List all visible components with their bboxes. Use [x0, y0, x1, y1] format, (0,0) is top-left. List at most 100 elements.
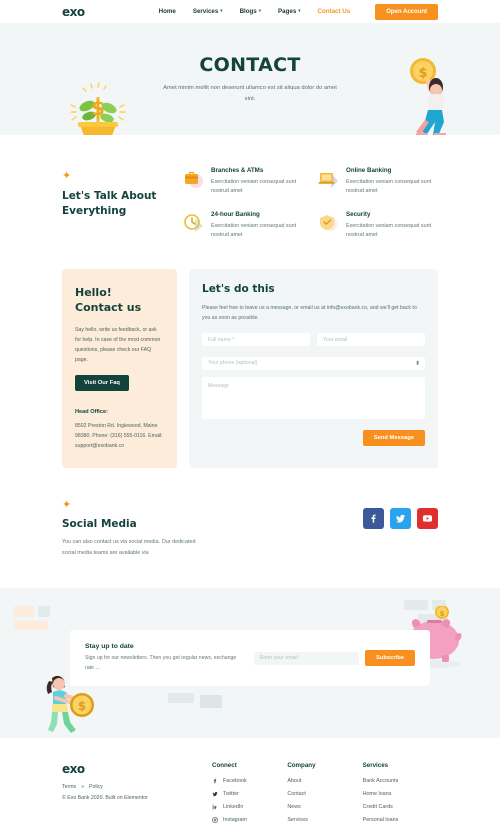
person-climbing-steps-with-coin-illustration: $	[410, 58, 446, 135]
feature-title: 24-hour Banking	[211, 210, 260, 218]
policy-link[interactable]: Policy	[89, 784, 103, 790]
decor-block	[14, 621, 48, 631]
footer-brand-block: exo Terms » Policy © Exo Bank 2020. Buil…	[62, 762, 212, 830]
footer-section: exo Terms » Policy © Exo Bank 2020. Buil…	[0, 738, 500, 830]
form-title: Let's do this	[202, 282, 275, 295]
decor-block	[14, 606, 34, 618]
newsletter-body: Sign up for our newsletters. Then you ge…	[85, 655, 237, 671]
footer-link-about[interactable]: About	[287, 778, 362, 784]
head-office-label: Head Office:	[75, 409, 108, 416]
footer-link-news[interactable]: News	[287, 804, 362, 810]
twitter-icon	[212, 791, 218, 797]
subscribe-button[interactable]: Subscribe	[364, 650, 415, 667]
footer-link-personal-loans[interactable]: Personal loans	[363, 817, 438, 823]
footer-link-label: Facebook	[223, 778, 247, 785]
footer-link-label: Instagram	[223, 817, 247, 824]
terms-link[interactable]: Terms	[62, 784, 76, 790]
footer-column-services: Services Bank Accounts Home loans Credit…	[363, 762, 438, 830]
hero-subtitle: Amet minim mollit non deserunt ullamco e…	[163, 84, 337, 102]
newsletter-card: Stay up to date Sign up for our newslett…	[70, 630, 430, 687]
message-textarea[interactable]	[202, 376, 425, 419]
social-title: Social Media	[62, 518, 137, 531]
open-account-button[interactable]: Open Account	[375, 3, 438, 20]
footer-link-instagram[interactable]: Instagram	[212, 817, 287, 823]
features-heading: Let's Talk About Everything	[62, 190, 157, 218]
social-text-block: ✦ Social Media You can also contact us v…	[62, 500, 363, 558]
facebook-button[interactable]	[363, 508, 384, 530]
feature-text: 24-hour Banking Exercitation veniam cons…	[211, 211, 303, 241]
shield-icon	[320, 214, 337, 231]
page-title: CONTACT	[199, 53, 301, 76]
brand-logo[interactable]: exo	[62, 5, 85, 19]
nav-item-label: Blogs	[239, 8, 257, 15]
form-row-phone: ▮	[202, 356, 425, 370]
chevron-down-icon: ▾	[258, 8, 262, 14]
features-grid: Branches & ATMs Exercitation veniam cons…	[182, 165, 438, 241]
feature-text: Security Exercitation veniam consequat s…	[346, 211, 438, 241]
chevron-down-icon: ▾	[220, 8, 223, 14]
svg-text:$: $	[418, 66, 427, 81]
hello-title-line1: Hello!	[75, 285, 112, 299]
social-icon-list	[363, 508, 438, 530]
footer-link-linkedin[interactable]: LinkedIn	[212, 804, 287, 810]
footer-link-twitter[interactable]: Twitter	[212, 791, 287, 797]
linkedin-icon	[212, 804, 217, 810]
youtube-button[interactable]	[417, 508, 438, 530]
feature-item-branches-atms: Branches & ATMs Exercitation veniam cons…	[182, 167, 303, 197]
newsletter-email-input[interactable]	[253, 651, 359, 665]
form-row-name-email	[202, 333, 425, 347]
hello-body: Say hello, write us feedback, or ask for…	[75, 326, 161, 363]
footer-link-contact[interactable]: Contact	[287, 791, 362, 797]
send-message-button[interactable]: Send Message	[362, 429, 425, 446]
visit-faq-button[interactable]: Visit Our Faq	[75, 375, 129, 392]
head-office-block: Head Office: 8502 Preston Rd. Inglewood,…	[75, 409, 164, 451]
svg-text:$: $	[91, 96, 105, 120]
footer-column-title: Services	[362, 762, 389, 770]
footer-link-label: News	[287, 804, 301, 811]
facebook-icon	[371, 515, 376, 524]
footer-column-company: Company About Contact News Services	[287, 762, 362, 830]
feature-text: Online Banking Exercitation veniam conse…	[346, 167, 438, 197]
footer-link-credit-cards[interactable]: Credit Cards	[363, 804, 438, 810]
footer-link-label: Bank Accounts	[362, 778, 399, 785]
money-plant-illustration: $	[70, 82, 126, 135]
feature-item-online-banking: Online Banking Exercitation veniam conse…	[317, 167, 438, 197]
decor-block	[168, 693, 194, 704]
footer-link-bank-accounts[interactable]: Bank Accounts	[363, 778, 438, 784]
nav-item-label: Services	[192, 8, 219, 15]
svg-text:$: $	[440, 610, 445, 618]
footer-logo[interactable]: exo	[62, 762, 212, 776]
nav-item-home[interactable]: Home	[159, 8, 176, 15]
feature-desc: Exercitation veniam consequat sunt nostr…	[346, 222, 432, 239]
newsletter-text: Stay up to date Sign up for our newslett…	[85, 643, 254, 673]
feature-item-security: Security Exercitation veniam consequat s…	[317, 211, 438, 241]
nav-item-pages[interactable]: Pages ▾	[278, 8, 301, 15]
nav-item-label: Home	[158, 8, 176, 15]
footer-columns: Connect Facebook Twitter LinkedIn Instag…	[212, 762, 438, 830]
hello-title-line2: Contact us	[75, 300, 142, 314]
nav-links: Home Services ▾ Blogs ▾ Pages ▾ Contact …	[159, 8, 351, 15]
twitter-button[interactable]	[390, 508, 411, 530]
feature-desc: Exercitation veniam consequat sunt nostr…	[346, 179, 432, 195]
svg-text:$: $	[78, 699, 86, 713]
nav-item-services[interactable]: Services ▾	[193, 8, 223, 15]
footer-link-label: Contact	[287, 791, 306, 798]
email-input[interactable]	[317, 333, 425, 347]
footer-link-services[interactable]: Services	[287, 817, 362, 823]
phone-input[interactable]	[202, 356, 425, 370]
feature-desc: Exercitation veniam consequat sunt nostr…	[211, 179, 297, 195]
footer-link-home-loans[interactable]: Home loans	[363, 791, 438, 797]
nav-item-contact-us[interactable]: Contact Us	[318, 8, 351, 15]
nav-item-blogs[interactable]: Blogs ▾	[240, 8, 261, 15]
footer-column-title: Company	[287, 762, 316, 770]
page-root: exo Home Services ▾ Blogs ▾ Pages ▾ Cont…	[0, 0, 500, 823]
full-name-input[interactable]	[202, 333, 310, 347]
instagram-icon	[212, 817, 218, 823]
hello-contact-card: Hello! Contact us Say hello, write us fe…	[62, 268, 177, 469]
footer-link-facebook[interactable]: Facebook	[212, 778, 287, 784]
footer-link-label: Services	[287, 817, 308, 824]
feature-item-24-hour-banking: 24-hour Banking Exercitation veniam cons…	[182, 211, 303, 241]
feature-desc: Exercitation veniam consequat sunt nostr…	[211, 222, 297, 239]
newsletter-title: Stay up to date	[85, 643, 134, 651]
contact-section: Hello! Contact us Say hello, write us fe…	[0, 241, 500, 469]
